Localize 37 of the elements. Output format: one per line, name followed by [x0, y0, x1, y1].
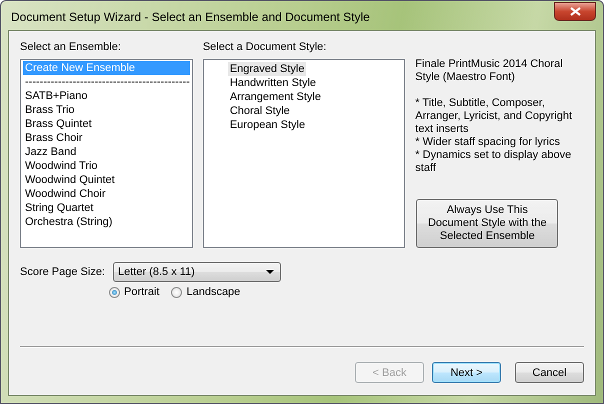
style-list[interactable]: Engraved Style Handwritten Style Arrangement Style Choral Style European Style	[202, 59, 406, 248]
style-item[interactable]: Choral Style	[228, 104, 292, 118]
always-use-button[interactable]: Always Use This Document Style with the Selected Ensemble	[416, 199, 558, 248]
ensemble-item[interactable]: SATB+Piano	[23, 89, 190, 103]
ensemble-item[interactable]: Woodwind Choir	[23, 187, 190, 201]
close-button[interactable]	[554, 2, 596, 21]
ensemble-item[interactable]: Brass Choir	[23, 131, 190, 145]
page-size-label: Score Page Size:	[20, 266, 105, 278]
feature-bullet: * Wider staff spacing for lyrics	[415, 136, 561, 149]
style-label: Select a Document Style:	[202, 40, 328, 54]
radio-label[interactable]: Portrait	[124, 286, 160, 298]
ensemble-item[interactable]: ---------------------------------------------	[23, 75, 190, 89]
ensemble-item[interactable]: Orchestra (String)	[23, 215, 190, 229]
window-title: Document Setup Wizard - Select an Ensemble and Document Style	[10, 9, 370, 24]
ensemble-item[interactable]: Brass Trio	[23, 103, 190, 117]
ensemble-item[interactable]: String Quartet	[23, 201, 190, 215]
style-item[interactable]: Arrangement Style	[228, 90, 323, 104]
ensemble-label: Select an Ensemble:	[20, 40, 122, 54]
close-icon	[570, 7, 580, 16]
style-item[interactable]: European Style	[228, 118, 308, 132]
ensemble-item[interactable]: Jazz Band	[23, 145, 190, 159]
wizard-button[interactable]: Cancel	[515, 362, 584, 383]
style-description: Finale PrintMusic 2014 Choral Style (Maestro Font)	[415, 58, 564, 84]
dropdown-arrow-icon	[266, 270, 274, 274]
ensemble-item[interactable]: Brass Quintet	[23, 117, 190, 131]
ensemble-item[interactable]: Woodwind Trio	[23, 159, 190, 173]
radio-label[interactable]: Landscape	[186, 286, 240, 298]
ensemble-list[interactable]	[20, 59, 193, 248]
feature-bullet: * Title, Subtitle, Composer, Arranger, Lyricist, and Copyright text inserts	[415, 97, 574, 136]
ensemble-item[interactable]: Woodwind Quintet	[23, 173, 190, 187]
style-item[interactable]: Handwritten Style	[228, 76, 318, 90]
page-size-dropdown[interactable]: Letter (8.5 x 11)	[113, 262, 281, 282]
style-item[interactable]: Engraved Style	[228, 62, 306, 76]
radio-button[interactable]	[171, 286, 182, 298]
wizard-button[interactable]: Next >	[432, 362, 501, 383]
feature-bullet: * Dynamics set to display above staff	[415, 149, 572, 175]
radio-button[interactable]	[109, 286, 120, 298]
